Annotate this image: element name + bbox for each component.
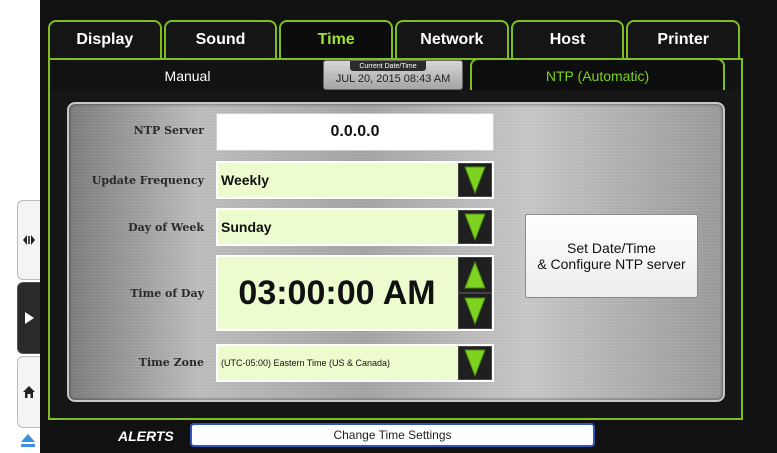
tab-network[interactable]: Network — [395, 20, 509, 58]
alerts-label: ALERTS — [118, 428, 174, 444]
home-icon — [23, 386, 35, 398]
time-zone-label: Time Zone — [138, 356, 204, 369]
tab-display[interactable]: Display — [48, 20, 162, 58]
play-icon — [25, 312, 34, 324]
current-datetime-value: JUL 20, 2015 08:43 AM — [335, 73, 451, 85]
side-tab-play[interactable] — [17, 282, 40, 354]
day-of-week-dropdown-button[interactable] — [458, 210, 492, 244]
time-of-day-value: 03:00:00 AM — [238, 273, 436, 312]
main-frame: NTP Server 0.0.0.0 Update Frequency Week… — [48, 90, 743, 420]
top-tab-bar: Display Sound Time Network Host Printer — [48, 20, 741, 58]
settings-screen: Display Sound Time Network Host Printer … — [40, 0, 777, 453]
set-datetime-label-line1: Set Date/Time — [567, 240, 656, 256]
time-of-day-label: Time of Day — [130, 287, 204, 300]
time-decrement-button[interactable] — [458, 293, 492, 329]
ntp-server-input[interactable]: 0.0.0.0 — [216, 113, 494, 151]
update-frequency-select[interactable]: Weekly — [216, 161, 494, 199]
time-zone-select[interactable]: (UTC-05:00) Eastern Time (US & Canada) — [216, 344, 494, 382]
alerts-message-box[interactable]: Change Time Settings — [190, 423, 595, 447]
subtab-ntp-automatic[interactable]: NTP (Automatic) — [470, 58, 725, 92]
ntp-settings-panel: NTP Server 0.0.0.0 Update Frequency Week… — [67, 102, 725, 402]
eject-icon[interactable] — [20, 432, 36, 448]
tab-time[interactable]: Time — [279, 20, 394, 58]
chevron-down-icon — [464, 297, 486, 326]
ntp-server-value: 0.0.0.0 — [330, 123, 380, 140]
time-of-day-spinner[interactable]: 03:00:00 AM — [216, 255, 494, 331]
update-frequency-label: Update Frequency — [91, 174, 204, 187]
side-tab-audio[interactable] — [17, 200, 40, 280]
set-datetime-button[interactable]: Set Date/Time & Configure NTP server — [525, 214, 698, 298]
tab-printer[interactable]: Printer — [626, 20, 741, 58]
tab-host[interactable]: Host — [510, 20, 625, 58]
chevron-down-icon — [464, 166, 486, 195]
day-of-week-label: Day of Week — [128, 221, 204, 234]
current-datetime-caption: Current Date/Time — [350, 61, 426, 71]
alerts-message: Change Time Settings — [333, 428, 452, 442]
side-tab-home[interactable] — [17, 356, 40, 428]
day-of-week-value: Sunday — [221, 219, 272, 235]
tab-sound[interactable]: Sound — [163, 20, 278, 58]
day-of-week-select[interactable]: Sunday — [216, 208, 494, 246]
subtab-manual[interactable]: Manual — [50, 60, 325, 92]
time-zone-dropdown-button[interactable] — [458, 346, 492, 380]
set-datetime-label-line2: & Configure NTP server — [537, 256, 686, 272]
ntp-server-label: NTP Server — [133, 124, 204, 137]
current-datetime-display: Current Date/Time JUL 20, 2015 08:43 AM — [323, 60, 463, 90]
time-increment-button[interactable] — [458, 257, 492, 293]
update-frequency-dropdown-button[interactable] — [458, 163, 492, 197]
chevron-down-icon — [464, 213, 486, 242]
chevron-down-icon — [464, 349, 486, 378]
time-zone-value: (UTC-05:00) Eastern Time (US & Canada) — [221, 358, 391, 368]
update-frequency-value: Weekly — [221, 172, 269, 188]
chevron-up-icon — [464, 260, 486, 289]
audio-indicator-icon — [23, 235, 35, 245]
